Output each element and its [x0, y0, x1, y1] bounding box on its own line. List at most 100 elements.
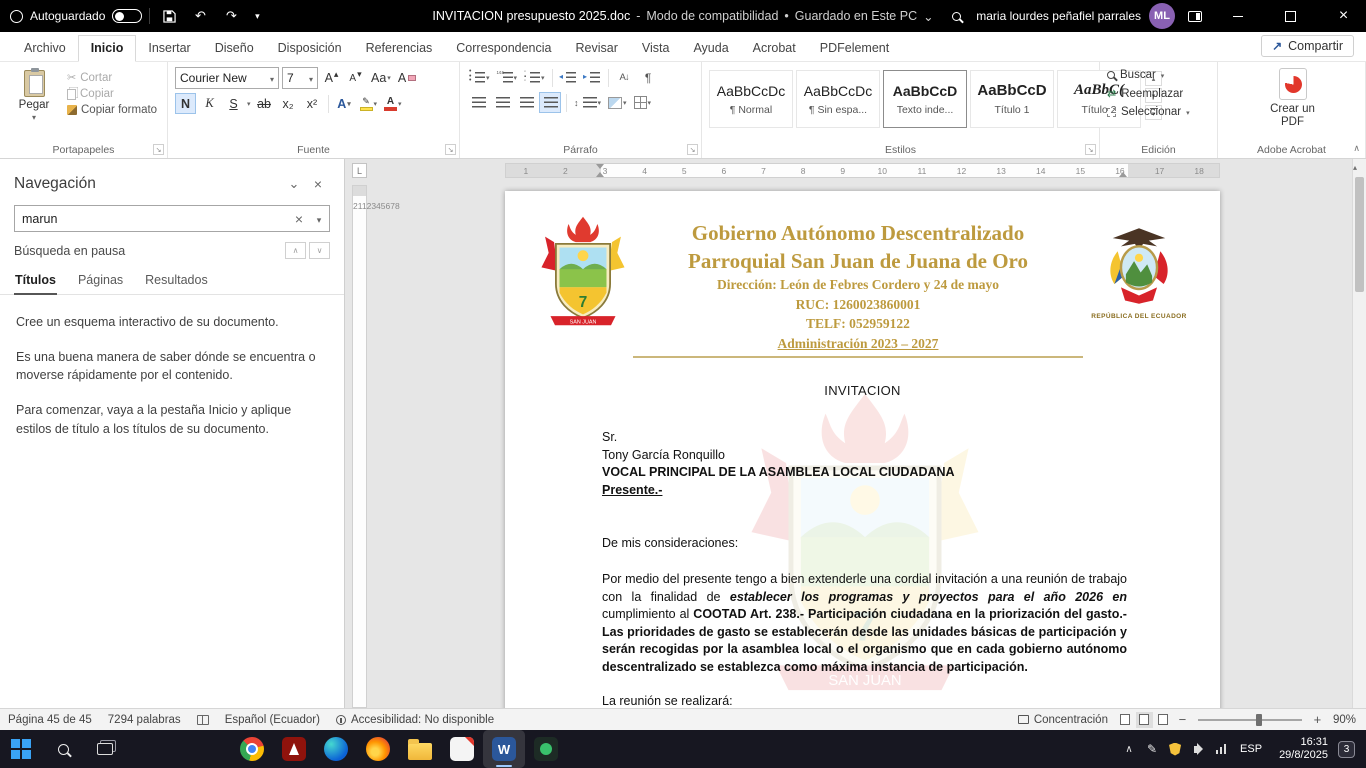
styles-dialog-launcher[interactable]: [1085, 144, 1096, 155]
format-painter-button[interactable]: Copiar formato: [67, 104, 157, 116]
accessibility-status[interactable]: Accesibilidad: No disponible: [328, 714, 502, 726]
select-button[interactable]: Seleccionar: [1107, 106, 1212, 118]
navigation-close-icon[interactable]: [306, 176, 330, 192]
redo-icon[interactable]: [219, 3, 243, 29]
nav-tab-titulos[interactable]: Títulos: [14, 269, 57, 295]
sort-button[interactable]: [614, 67, 635, 88]
scrollbar-thumb[interactable]: [1355, 177, 1364, 292]
cut-button[interactable]: Cortar: [67, 71, 157, 84]
shading-button[interactable]: [606, 92, 629, 113]
underline-button[interactable]: S: [223, 93, 244, 114]
tab-revisar[interactable]: Revisar: [563, 36, 629, 61]
notification-count-badge[interactable]: 3: [1338, 741, 1355, 758]
focus-mode-button[interactable]: Concentración: [1010, 714, 1116, 726]
text-effects-button[interactable]: A: [334, 93, 355, 114]
align-left-button[interactable]: [467, 92, 488, 113]
bold-button[interactable]: N: [175, 93, 196, 114]
navigation-options-chevron-icon[interactable]: [282, 176, 306, 192]
word-count[interactable]: 7294 palabras: [100, 714, 189, 726]
close-button[interactable]: [1321, 0, 1366, 32]
nav-tab-paginas[interactable]: Páginas: [77, 269, 124, 294]
language-indicator[interactable]: Español (Ecuador): [217, 714, 328, 726]
next-result-button[interactable]: [309, 242, 330, 259]
zoom-in-button[interactable]: [1309, 712, 1326, 728]
search-clear-icon[interactable]: [289, 211, 309, 227]
autosave-toggle[interactable]: [112, 9, 142, 23]
borders-button[interactable]: [632, 92, 654, 113]
paste-button[interactable]: Pegar: [7, 67, 61, 140]
find-button[interactable]: Buscar: [1107, 69, 1212, 81]
chrome-taskbar-button[interactable]: [231, 730, 273, 768]
undo-icon[interactable]: [188, 3, 212, 29]
underline-chevron-icon[interactable]: [247, 100, 251, 108]
scroll-up-icon[interactable]: [1353, 163, 1357, 172]
ribbon-display-options-icon[interactable]: [1183, 3, 1207, 29]
bullet-list-button[interactable]: [467, 67, 492, 88]
tab-archivo[interactable]: Archivo: [12, 36, 78, 61]
subscript-button[interactable]: x₂: [278, 93, 299, 114]
show-formatting-marks-button[interactable]: [638, 67, 659, 88]
green-app-taskbar-button[interactable]: [525, 730, 567, 768]
font-color-button[interactable]: A: [382, 93, 404, 114]
previous-result-button[interactable]: [285, 242, 306, 259]
paragraph-dialog-launcher[interactable]: [687, 144, 698, 155]
title-chevron-icon[interactable]: [923, 9, 933, 24]
replace-button[interactable]: Reemplazar: [1107, 87, 1212, 100]
italic-button[interactable]: K: [199, 93, 220, 114]
avatar[interactable]: ML: [1149, 3, 1175, 29]
create-pdf-button[interactable]: Crear un PDF: [1267, 68, 1319, 140]
multilevel-list-button[interactable]: [522, 67, 547, 88]
pdfelement-taskbar-button[interactable]: [441, 730, 483, 768]
tab-vista[interactable]: Vista: [630, 36, 682, 61]
tab-diseno[interactable]: Diseño: [203, 36, 266, 61]
nav-tab-resultados[interactable]: Resultados: [144, 269, 209, 294]
pen-tray-icon[interactable]: [1141, 734, 1163, 764]
zoom-slider[interactable]: [1198, 719, 1302, 721]
horizontal-ruler[interactable]: 123456789101112131415161718: [505, 163, 1220, 178]
copy-button[interactable]: Copiar: [67, 88, 157, 100]
minimize-button[interactable]: [1215, 0, 1260, 32]
edge-taskbar-button[interactable]: [315, 730, 357, 768]
paste-chevron-icon[interactable]: [32, 113, 36, 122]
tab-stop-selector[interactable]: [352, 163, 367, 178]
security-tray-icon[interactable]: [1164, 734, 1186, 764]
strikethrough-button[interactable]: ab: [254, 93, 275, 114]
font-family-chevron-icon[interactable]: [270, 71, 274, 85]
print-layout-button[interactable]: [1136, 712, 1153, 728]
taskbar-clock[interactable]: 16:31 29/8/2025: [1270, 736, 1337, 763]
acrobat-taskbar-button[interactable]: [273, 730, 315, 768]
navigation-search-input[interactable]: [15, 212, 289, 226]
vertical-ruler[interactable]: 2112345678: [352, 185, 367, 708]
network-tray-icon[interactable]: [1210, 734, 1232, 764]
proofing-status[interactable]: [189, 715, 217, 725]
page-indicator[interactable]: Página 45 de 45: [0, 714, 100, 726]
zoom-percentage[interactable]: 90%: [1327, 714, 1366, 726]
start-button[interactable]: [0, 730, 42, 768]
tab-pdfelement[interactable]: PDFelement: [808, 36, 901, 61]
tab-referencias[interactable]: Referencias: [354, 36, 445, 61]
collapse-ribbon-icon[interactable]: [1353, 143, 1360, 154]
share-button[interactable]: Compartir: [1261, 35, 1354, 57]
task-view-button[interactable]: [84, 730, 126, 768]
vertical-scrollbar[interactable]: [1352, 159, 1366, 708]
font-size-combobox[interactable]: 7: [282, 67, 318, 89]
input-language-indicator[interactable]: ESP: [1233, 743, 1269, 755]
save-icon[interactable]: [157, 3, 181, 29]
tab-inicio[interactable]: Inicio: [78, 35, 137, 62]
style-texto-independiente[interactable]: AaBbCcDTexto inde...: [883, 70, 967, 128]
read-mode-button[interactable]: [1117, 712, 1134, 728]
grow-font-button[interactable]: A: [321, 68, 342, 89]
search-options-chevron-icon[interactable]: [309, 212, 329, 226]
web-layout-button[interactable]: [1155, 712, 1172, 728]
search-icon[interactable]: [944, 3, 968, 29]
firefox-taskbar-button[interactable]: [357, 730, 399, 768]
tab-ayuda[interactable]: Ayuda: [681, 36, 740, 61]
font-size-chevron-icon[interactable]: [309, 71, 313, 85]
left-indent-marker[interactable]: [596, 172, 604, 177]
tab-acrobat[interactable]: Acrobat: [741, 36, 808, 61]
justify-button[interactable]: [539, 92, 561, 113]
font-family-combobox[interactable]: Courier New: [175, 67, 279, 89]
account-name[interactable]: maria lourdes peñafiel parrales: [976, 9, 1141, 23]
style-sin-espaciado[interactable]: AaBbCcDc¶ Sin espa...: [796, 70, 880, 128]
increase-indent-button[interactable]: [582, 67, 603, 88]
